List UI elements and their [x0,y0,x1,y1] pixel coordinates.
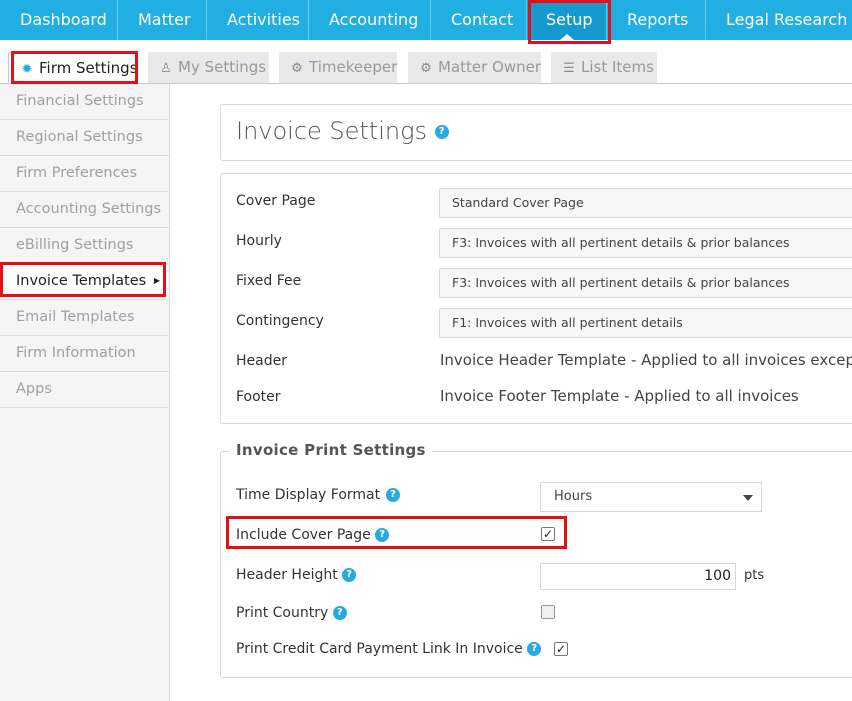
help-icon[interactable]: ? [375,528,390,542]
time-display-format-label: Time Display Format [236,487,381,503]
help-icon[interactable]: ? [342,568,357,582]
print-cc-link-text: Print Credit Card Payment Link In Invoic… [236,641,523,657]
tab-firm-settings-label: Firm Settings [39,59,138,77]
tab-list-items-label: List Items [581,58,654,76]
tab-timekeeper[interactable]: ⚙ Timekeeper [279,52,397,83]
header-label: Header [236,353,287,369]
print-cc-link-checkbox[interactable]: ✓ [554,642,568,656]
help-icon[interactable]: ? [332,606,347,620]
caret-right-icon: ▶ [153,276,160,285]
list-icon: ☰ [563,61,575,76]
include-cover-page-checkbox[interactable]: ✓ [541,527,555,541]
contingency-select[interactable]: F1: Invoices with all pertinent details [439,308,852,338]
print-settings-legend: Invoice Print Settings [230,441,432,459]
nav-reports[interactable]: Reports [607,0,706,40]
sidebar-item-firm-information[interactable]: Firm Information [0,336,169,372]
header-height-label: Header Height ? [236,567,357,583]
sidebar-item-firm-preferences[interactable]: Firm Preferences [0,156,169,192]
footer-template-link[interactable]: Invoice Footer Template - Applied to all… [440,387,799,405]
print-country-text: Print Country [236,605,329,621]
page-title: Invoice Settings ? [236,117,449,145]
tab-list-items[interactable]: ☰ List Items [551,52,657,83]
sub-tabs-bar: ✹ Firm Settings ♙ My Settings ⚙ Timekeeper … [0,40,852,84]
header-height-text: Header Height [236,567,338,583]
nav-activities[interactable]: Activities [207,0,309,40]
top-nav: Dashboard Matter Activities Accounting C… [0,0,852,40]
tab-timekeeper-label: Timekeeper [309,58,398,76]
header-height-unit: pts [744,568,765,583]
nav-dashboard[interactable]: Dashboard [0,0,118,40]
nav-accounting[interactable]: Accounting [309,0,431,40]
sidebar-item-ebilling-settings[interactable]: eBilling Settings [0,228,169,264]
tab-my-settings-label: My Settings [178,58,267,76]
print-cc-link-label: Print Credit Card Payment Link In Invoic… [236,641,542,657]
tab-my-settings[interactable]: ♙ My Settings [148,52,269,83]
footer-label: Footer [236,389,281,405]
sidebar-item-email-templates[interactable]: Email Templates [0,300,169,336]
nav-legal-research[interactable]: Legal Research [706,0,852,40]
help-icon[interactable]: ? [386,488,400,502]
time-display-format-value: Hours [554,489,593,504]
cover-page-select[interactable]: Standard Cover Page [439,188,852,218]
tab-matter-owner[interactable]: ⚙ Matter Owner [408,52,541,83]
gears-icon: ⚙ [291,61,303,76]
fixed-fee-select[interactable]: F3: Invoices with all pertinent details … [439,268,852,298]
gear-icon: ✹ [21,62,33,77]
fixed-fee-label: Fixed Fee [236,273,302,289]
help-icon[interactable]: ? [527,642,542,656]
include-cover-page-label: Include Cover Page ? [236,527,390,543]
sidebar-item-financial-settings[interactable]: Financial Settings [0,84,169,120]
sidebar: Financial Settings Regional Settings Fir… [0,84,170,701]
cover-page-label: Cover Page [236,193,316,209]
time-display-format-select[interactable]: Hours [540,482,762,512]
hourly-label: Hourly [236,233,282,249]
chevron-down-icon [743,495,753,501]
help-icon[interactable]: ? [434,125,449,139]
tab-firm-settings[interactable]: ✹ Firm Settings [8,52,138,83]
header-template-link[interactable]: Invoice Header Template - Applied to all… [440,351,852,369]
sidebar-item-regional-settings[interactable]: Regional Settings [0,120,169,156]
nav-setup[interactable]: Setup [527,0,607,40]
user-icon: ♙ [160,61,172,76]
hourly-select[interactable]: F3: Invoices with all pertinent details … [439,228,852,258]
nav-matter[interactable]: Matter [118,0,207,40]
sidebar-item-apps[interactable]: Apps [0,372,169,408]
sidebar-item-accounting-settings[interactable]: Accounting Settings [0,192,169,228]
page-title-text: Invoice Settings [236,117,428,145]
include-cover-page-text: Include Cover Page [236,527,371,543]
nav-contact[interactable]: Contact [431,0,527,40]
contingency-label: Contingency [236,313,324,329]
sidebar-item-invoice-templates-label: Invoice Templates [16,273,147,289]
print-country-label: Print Country ? [236,605,347,621]
gear-icon: ⚙ [420,61,432,76]
tab-matter-owner-label: Matter Owner [438,58,542,76]
header-height-input[interactable]: 100 [540,563,736,590]
print-country-checkbox[interactable] [541,605,555,619]
sidebar-item-invoice-templates[interactable]: Invoice Templates ▶ [0,264,169,300]
